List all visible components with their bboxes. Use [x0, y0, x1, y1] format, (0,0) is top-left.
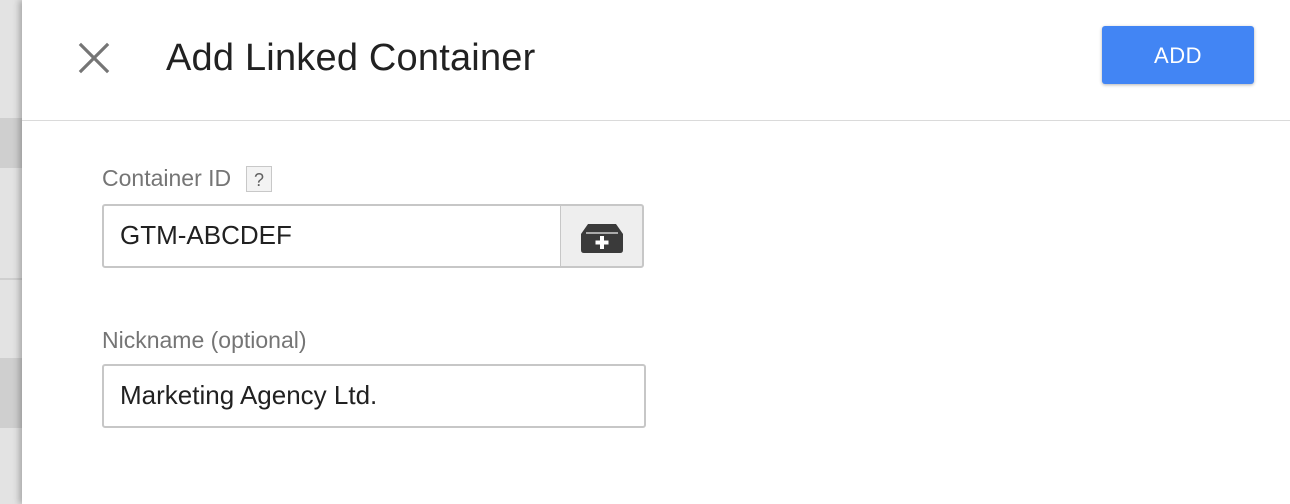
container-id-input[interactable]: GTM-ABCDEF: [102, 204, 562, 268]
container-picker-button[interactable]: [560, 204, 644, 268]
page-title: Add Linked Container: [166, 37, 536, 79]
nickname-label: Nickname (optional): [102, 327, 307, 353]
background-row: [0, 358, 22, 428]
container-id-label: Container ID: [102, 165, 232, 191]
close-icon: [78, 42, 110, 74]
container-id-help-button[interactable]: ?: [246, 166, 272, 192]
add-button[interactable]: ADD: [1102, 26, 1254, 84]
nickname-input[interactable]: Marketing Agency Ltd.: [102, 364, 646, 428]
background-divider: [0, 278, 22, 280]
screen: Add Linked Container ADD Container ID ? …: [0, 0, 1290, 504]
panel-header: Add Linked Container ADD: [22, 0, 1290, 121]
add-linked-container-panel: Add Linked Container ADD Container ID ? …: [22, 0, 1290, 504]
close-button[interactable]: [72, 36, 116, 80]
background-page: [0, 0, 22, 504]
background-row: [0, 118, 22, 168]
container-add-icon: [581, 224, 623, 253]
